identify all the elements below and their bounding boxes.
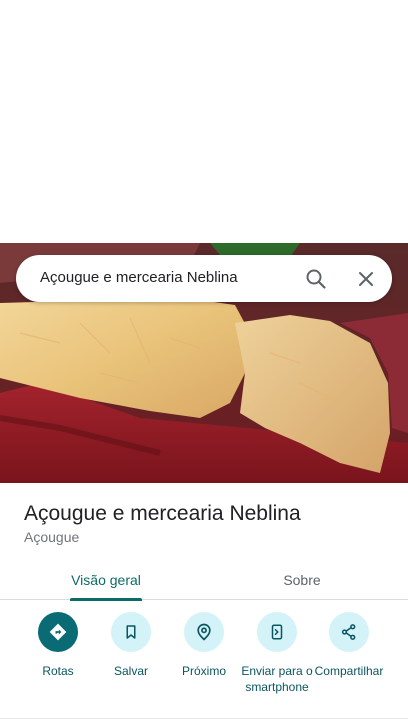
tab-about[interactable]: Sobre: [262, 560, 342, 600]
save-label: Salvar: [113, 664, 148, 678]
place-title: Açougue e mercearia Neblina: [24, 502, 301, 525]
place-category[interactable]: Açougue: [24, 529, 79, 545]
nearby-label: Próximo: [181, 664, 226, 678]
directions-icon: [38, 612, 78, 652]
bottom-divider: [0, 718, 408, 719]
map-blank-area: [0, 0, 408, 243]
place-tabs: Visão geral Sobre: [0, 560, 408, 601]
share-icon: [329, 612, 369, 652]
share-button[interactable]: Compartilhar: [312, 612, 386, 679]
send-to-phone-icon: [257, 612, 297, 652]
share-label: Compartilhar: [314, 664, 384, 678]
close-icon[interactable]: [354, 267, 378, 291]
search-input[interactable]: Açougue e mercearia Neblina: [40, 269, 238, 286]
directions-button[interactable]: Rotas: [21, 612, 95, 679]
active-tab-indicator: [70, 598, 142, 601]
search-icon[interactable]: [304, 267, 328, 291]
search-bar[interactable]: Açougue e mercearia Neblina: [16, 255, 392, 302]
save-button[interactable]: Salvar: [94, 612, 168, 679]
nearby-button[interactable]: Próximo: [167, 612, 241, 679]
tab-overview[interactable]: Visão geral: [60, 560, 152, 601]
tab-overview-label: Visão geral: [71, 572, 141, 588]
directions-label: Rotas: [42, 664, 74, 678]
nearby-icon: [184, 612, 224, 652]
send-to-phone-button[interactable]: Enviar para o smartphone: [240, 612, 314, 695]
send-to-phone-label: Enviar para o smartphone: [241, 664, 313, 694]
bookmark-icon: [111, 612, 151, 652]
action-buttons-row: Rotas Salvar Próximo Enviar para o smart…: [0, 612, 408, 712]
tab-about-label: Sobre: [283, 572, 321, 588]
